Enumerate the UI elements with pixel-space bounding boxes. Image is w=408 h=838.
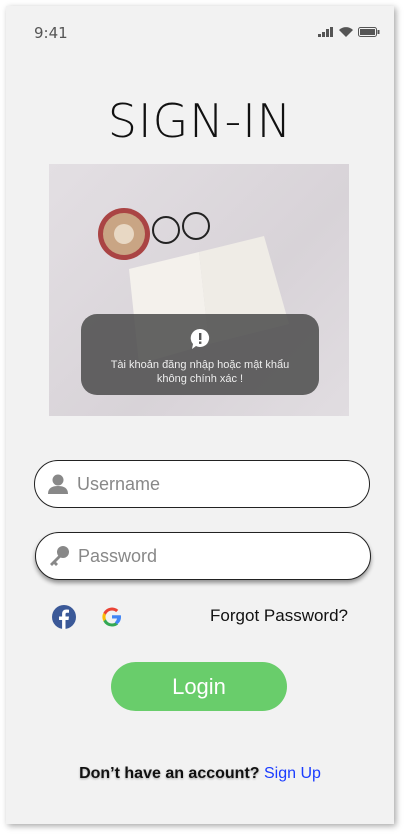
login-button[interactable]: Login	[111, 662, 287, 711]
signup-prompt: Don’t have an account?	[79, 765, 260, 782]
status-time: 9:41	[34, 24, 68, 42]
password-input[interactable]: Password	[35, 532, 371, 580]
password-placeholder: Password	[78, 545, 158, 566]
alert-bubble-icon	[190, 328, 210, 349]
signup-row: Don’t have an account? Sign Up	[6, 765, 394, 783]
error-toast: Tài khoản đăng nhập hoặc mật khẩu không …	[81, 314, 319, 395]
page-title: SIGN-IN	[107, 94, 293, 148]
facebook-icon[interactable]	[52, 605, 76, 629]
toast-message: Tài khoản đăng nhập hoặc mật khẩu không …	[110, 359, 290, 385]
forgot-password-link[interactable]: Forgot Password?	[210, 606, 348, 626]
username-input[interactable]: Username	[34, 460, 370, 508]
signup-link[interactable]: Sign Up	[264, 765, 321, 782]
signal-icon	[318, 27, 333, 37]
status-icons	[318, 27, 380, 37]
phone-screen: 9:41 SIGN-IN Tài khoản đăng nhập hoặc mậ…	[6, 6, 394, 824]
username-placeholder: Username	[77, 473, 161, 494]
user-icon	[48, 474, 68, 494]
key-icon	[50, 546, 69, 566]
wifi-icon	[339, 27, 353, 37]
google-icon[interactable]	[101, 606, 123, 628]
battery-icon	[358, 27, 380, 37]
